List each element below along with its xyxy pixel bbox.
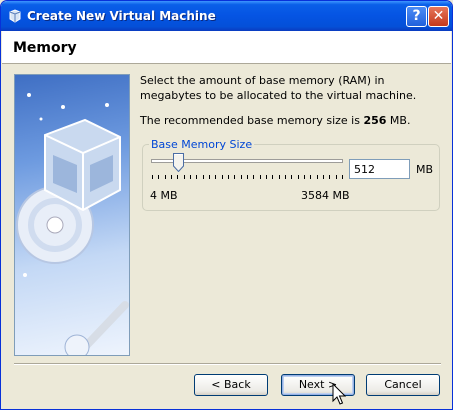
virtualbox-cube-illustration	[16, 93, 129, 355]
memory-unit-label: MB	[416, 163, 434, 176]
page-title: Memory	[13, 40, 77, 56]
page-header: Memory	[2, 31, 451, 64]
window-title: Create New Virtual Machine	[27, 9, 216, 23]
slider-tick	[317, 175, 318, 179]
slider-tick	[228, 175, 229, 179]
slider-tick	[285, 175, 286, 179]
back-button[interactable]: < Back	[194, 374, 268, 396]
memory-slider-ticks	[152, 175, 343, 181]
slider-tick	[222, 175, 223, 179]
slider-tick	[304, 175, 305, 179]
help-button[interactable]: ?	[406, 6, 427, 27]
close-icon: ✕	[432, 8, 445, 24]
memory-min-label: 4 MB	[150, 189, 178, 202]
slider-tick	[171, 175, 172, 179]
dialog-window: Create New Virtual Machine ? ✕ Memory Se…	[0, 0, 453, 410]
mouse-pointer-icon	[332, 383, 347, 405]
memory-size-input[interactable]	[349, 159, 410, 179]
slider-tick	[203, 175, 204, 179]
slider-tick	[323, 175, 324, 179]
help-icon: ?	[412, 8, 421, 24]
recommended-value: 256	[363, 114, 387, 127]
base-memory-group-label: Base Memory Size	[149, 138, 255, 151]
memory-max-label: 3584 MB	[301, 189, 350, 202]
wizard-banner	[14, 74, 130, 356]
slider-tick	[266, 175, 267, 179]
recommended-text: The recommended base memory size is 256 …	[140, 114, 411, 127]
slider-tick	[241, 175, 242, 179]
slider-tick	[291, 175, 292, 179]
cancel-button[interactable]: Cancel	[366, 374, 440, 396]
slider-tick	[298, 175, 299, 179]
slider-tick	[215, 175, 216, 179]
slider-tick	[310, 175, 311, 179]
intro-text: Select the amount of base memory (RAM) i…	[140, 74, 417, 102]
slider-tick	[184, 175, 185, 179]
slider-tick	[336, 175, 337, 179]
slider-tick	[253, 175, 254, 179]
slider-tick	[165, 175, 166, 179]
memory-slider-thumb[interactable]	[173, 153, 184, 172]
slider-tick	[247, 175, 248, 179]
button-separator	[14, 363, 441, 365]
slider-tick	[196, 175, 197, 179]
slider-tick	[279, 175, 280, 179]
slider-tick	[329, 175, 330, 179]
slider-tick	[342, 175, 343, 179]
slider-tick	[152, 175, 153, 179]
title-bar[interactable]: Create New Virtual Machine ? ✕	[1, 1, 452, 31]
virtualbox-icon	[9, 9, 21, 23]
slider-tick	[158, 175, 159, 179]
slider-tick	[234, 175, 235, 179]
close-button[interactable]: ✕	[428, 6, 449, 27]
slider-tick	[272, 175, 273, 179]
slider-tick	[260, 175, 261, 179]
slider-tick	[190, 175, 191, 179]
content-area: Select the amount of base memory (RAM) i…	[140, 73, 440, 127]
slider-tick	[177, 175, 178, 179]
slider-tick	[209, 175, 210, 179]
